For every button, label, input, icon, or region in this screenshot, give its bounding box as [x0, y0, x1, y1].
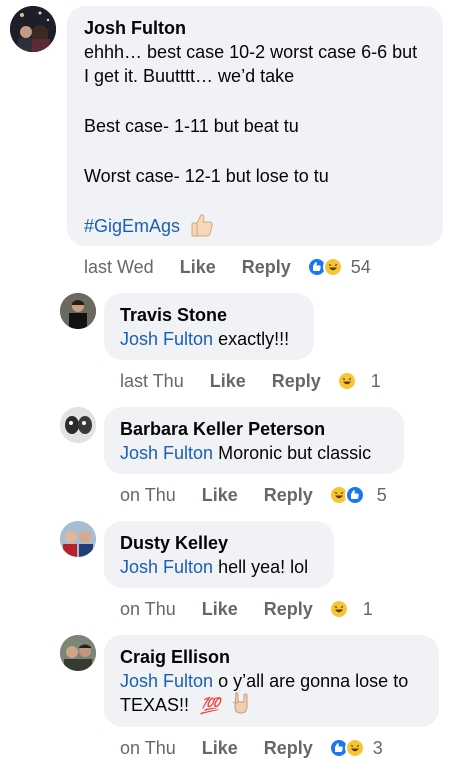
like-button[interactable]: Like: [202, 485, 238, 506]
comment-author[interactable]: Travis Stone: [120, 303, 298, 327]
comment-bubble: Josh Fulton ehhh… best case 10-2 worst c…: [67, 6, 443, 246]
comment-text: Josh Fulton hell yea! lol: [120, 557, 309, 577]
comment-bubble: Dusty Kelley Josh Fulton hell yea! lol: [104, 521, 334, 588]
profile-photo-icon: [60, 635, 96, 671]
comment-actions: on Thu Like Reply 3: [120, 737, 383, 759]
comment-author[interactable]: Craig Ellison: [120, 645, 423, 669]
reply-button[interactable]: Reply: [272, 371, 321, 392]
comment-actions: on Thu Like Reply 1: [120, 598, 373, 620]
avatar[interactable]: [60, 293, 96, 329]
like-button[interactable]: Like: [210, 371, 246, 392]
reaction-summary[interactable]: 54: [306, 256, 371, 278]
profile-photo-icon: [60, 521, 96, 557]
mention-link[interactable]: Josh Fulton: [120, 329, 213, 349]
comment-text: Josh Fulton o y’all are gonna lose to TE…: [120, 671, 409, 715]
profile-photo-icon: [10, 6, 56, 52]
comment-bubble: Barbara Keller Peterson Josh Fulton Moro…: [104, 407, 404, 474]
like-button[interactable]: Like: [202, 599, 238, 620]
comment-text: ehhh… best case 10-2 worst case 6-6 but …: [84, 40, 429, 238]
hundred-points-emoji-icon: 💯: [200, 698, 220, 715]
like-button[interactable]: Like: [180, 257, 216, 278]
haha-reaction-icon: [344, 738, 365, 758]
comment-timestamp[interactable]: last Wed: [84, 257, 154, 278]
mention-link[interactable]: Josh Fulton: [120, 671, 213, 691]
comment-timestamp[interactable]: on Thu: [120, 485, 176, 506]
reaction-count: 54: [350, 256, 371, 277]
avatar[interactable]: [60, 635, 96, 671]
mention-link[interactable]: Josh Fulton: [120, 443, 213, 463]
avatar[interactable]: [60, 407, 96, 443]
comment-timestamp[interactable]: on Thu: [120, 738, 176, 759]
mention-link[interactable]: Josh Fulton: [120, 557, 213, 577]
comment-actions: on Thu Like Reply 5: [120, 484, 387, 506]
reaction-summary[interactable]: 5: [328, 484, 387, 506]
profile-photo-icon: [60, 407, 96, 443]
reaction-count: 3: [372, 737, 383, 758]
reaction-summary[interactable]: 1: [336, 370, 381, 392]
comment-timestamp[interactable]: last Thu: [120, 371, 184, 392]
like-button[interactable]: Like: [202, 738, 238, 759]
comment-actions: last Thu Like Reply 1: [120, 370, 381, 392]
reaction-count: 1: [370, 370, 381, 391]
comment-text: Josh Fulton exactly!!!: [120, 329, 290, 349]
reaction-summary[interactable]: 3: [328, 737, 383, 759]
reaction-count: 5: [376, 484, 387, 505]
profile-photo-icon: [60, 293, 96, 329]
avatar[interactable]: [60, 521, 96, 557]
reaction-summary[interactable]: 1: [328, 598, 373, 620]
like-reaction-icon: [344, 485, 365, 505]
comment-bubble: Craig Ellison Josh Fulton o y’all are go…: [104, 635, 439, 727]
comment-text: Josh Fulton Moronic but classic: [120, 443, 372, 463]
comment-bubble: Travis Stone Josh Fulton exactly!!!: [104, 293, 314, 360]
reply-button[interactable]: Reply: [242, 257, 291, 278]
comment-author[interactable]: Barbara Keller Peterson: [120, 417, 388, 441]
reply-button[interactable]: Reply: [264, 485, 313, 506]
comment-author[interactable]: Josh Fulton: [84, 16, 429, 40]
comment-timestamp[interactable]: on Thu: [120, 599, 176, 620]
hashtag-link[interactable]: #GigEmAgs: [84, 216, 180, 236]
reply-button[interactable]: Reply: [264, 599, 313, 620]
haha-reaction-icon: [336, 371, 357, 391]
reply-button[interactable]: Reply: [264, 738, 313, 759]
comment-actions: last Wed Like Reply 54: [84, 256, 371, 278]
haha-reaction-icon: [322, 257, 343, 277]
haha-reaction-icon: [328, 599, 349, 619]
avatar[interactable]: [10, 6, 56, 52]
thumbs-up-emoji-icon: [191, 214, 213, 237]
comment-author[interactable]: Dusty Kelley: [120, 531, 318, 555]
rock-on-hand-emoji-icon: [232, 692, 248, 714]
reaction-count: 1: [362, 598, 373, 619]
